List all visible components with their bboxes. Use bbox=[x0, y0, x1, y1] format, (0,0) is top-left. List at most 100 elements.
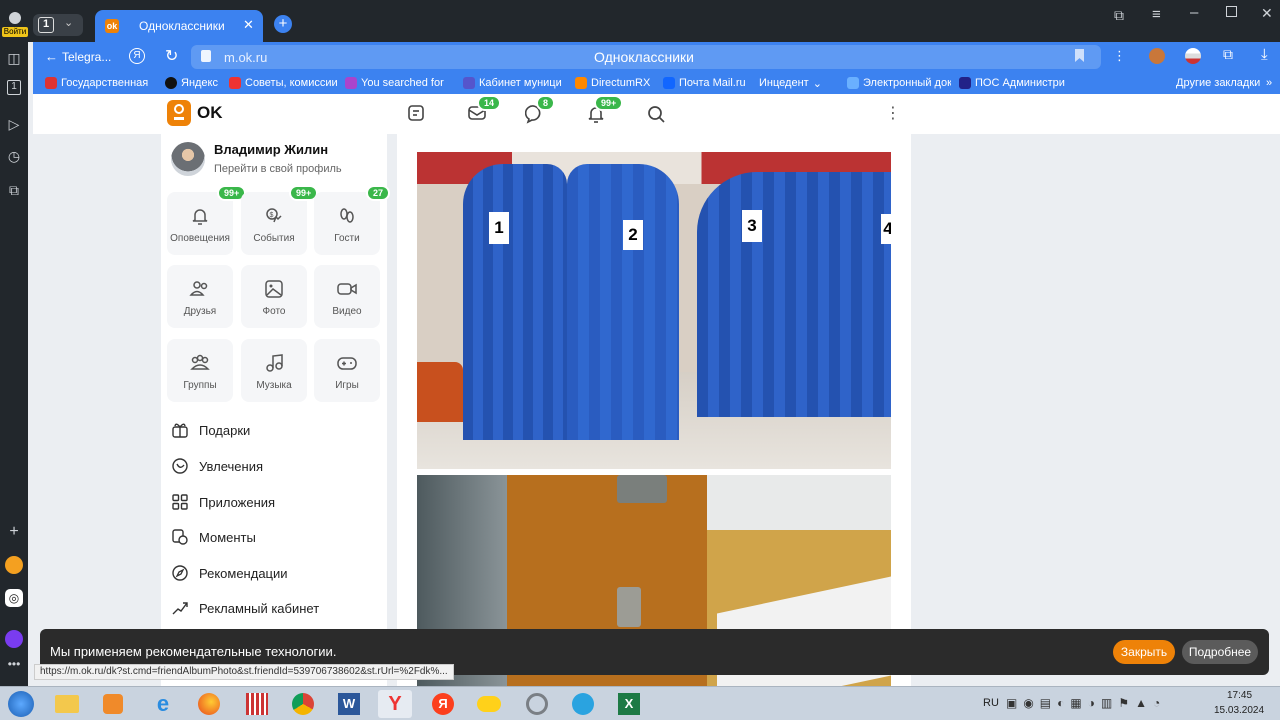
tile-music[interactable]: Музыка bbox=[241, 339, 307, 402]
tile-video[interactable]: Видео bbox=[314, 265, 380, 328]
bookmark-item[interactable]: DirectumRX bbox=[575, 77, 655, 89]
language-indicator[interactable]: RU bbox=[983, 697, 999, 709]
bookmark-item[interactable]: You searched for bbox=[345, 77, 455, 89]
tile-groups[interactable]: Группы bbox=[167, 339, 233, 402]
yandex-icon[interactable]: Я bbox=[129, 48, 145, 64]
tile-photo[interactable]: Фото bbox=[241, 265, 307, 328]
active-tab[interactable]: ok Одноклассники ✕ bbox=[95, 10, 263, 42]
extension-1-icon[interactable] bbox=[1149, 48, 1165, 64]
tile-games[interactable]: Игры bbox=[314, 339, 380, 402]
menu-item-moments[interactable]: Моменты bbox=[171, 527, 256, 547]
discussions-badge: 8 bbox=[536, 95, 556, 111]
notifications-badge: 99+ bbox=[594, 95, 624, 111]
tile-notifications[interactable]: Оповещения bbox=[167, 192, 233, 255]
chevron-down-icon: ⌄ bbox=[812, 77, 822, 90]
new-tab-button[interactable]: + bbox=[274, 15, 292, 33]
photo-icon bbox=[265, 280, 283, 298]
menu-item-gifts[interactable]: Подарки bbox=[171, 420, 250, 440]
tile-events[interactable]: $ События bbox=[241, 192, 307, 255]
collections-side-icon[interactable]: ⧉ bbox=[4, 180, 24, 200]
start-button[interactable] bbox=[4, 690, 38, 718]
bookmark-item[interactable]: Советы, комиссии bbox=[229, 77, 337, 89]
bookmark-item[interactable]: ПОС Администри bbox=[959, 77, 1067, 89]
other-bookmarks[interactable]: Другие закладки bbox=[1176, 77, 1260, 89]
yandex-browser-icon: Y bbox=[388, 692, 402, 715]
back-button[interactable]: ← Telegra... bbox=[45, 49, 111, 64]
extension-2-icon[interactable] bbox=[1185, 48, 1201, 64]
feed-icon[interactable] bbox=[407, 104, 425, 122]
bookmark-item[interactable]: Кабинет муници bbox=[463, 77, 567, 89]
play-icon[interactable]: ▷ bbox=[4, 114, 24, 134]
tile-label: Группы bbox=[183, 380, 217, 391]
profile-button[interactable]: Войти bbox=[2, 10, 28, 38]
history-icon[interactable]: ◷ bbox=[4, 146, 24, 166]
minimize-icon[interactable]: – bbox=[1190, 4, 1198, 21]
download-icon[interactable]: ⤓ bbox=[1261, 46, 1268, 63]
overflow-icon[interactable]: » bbox=[1266, 77, 1272, 89]
web-page: OK 14 8 99+ ⋮ Владимир Жилин Перейти в с… bbox=[33, 94, 1280, 686]
taskbar-yandex-browser[interactable]: Y bbox=[378, 690, 412, 718]
alice-icon[interactable] bbox=[5, 630, 23, 648]
clock-time[interactable]: 17:45 bbox=[1227, 690, 1252, 701]
bookmark-item[interactable]: Государственная bbox=[45, 77, 157, 89]
bookmark-icon[interactable] bbox=[1075, 49, 1084, 62]
taskbar-yandex[interactable]: Я bbox=[426, 690, 460, 718]
ok-logo[interactable]: OK bbox=[167, 100, 223, 126]
taskbar-word[interactable]: W bbox=[332, 690, 366, 718]
avatar bbox=[171, 142, 205, 176]
taskbar-chrome[interactable] bbox=[286, 690, 320, 718]
more-options-icon[interactable]: ⋮ bbox=[885, 103, 901, 123]
clock-date[interactable]: 15.03.2024 bbox=[1214, 705, 1264, 716]
profile-card[interactable]: Владимир Жилин Перейти в свой профиль bbox=[171, 142, 381, 178]
voting-booths-photo[interactable]: 1 2 3 4 bbox=[417, 152, 891, 469]
taskbar-telegram[interactable] bbox=[566, 690, 600, 718]
close-tab-icon[interactable]: ✕ bbox=[243, 17, 254, 33]
more-dots-icon[interactable]: ••• bbox=[4, 654, 24, 674]
bookmark-favicon-icon bbox=[847, 77, 859, 89]
market-icon bbox=[477, 696, 501, 712]
reload-icon[interactable]: ↻ bbox=[165, 46, 178, 66]
search-icon[interactable] bbox=[646, 104, 666, 124]
bookmark-item[interactable]: Почта Mail.ru bbox=[663, 77, 751, 89]
tile-label: Гости bbox=[334, 233, 360, 244]
menu-item-ads-cabinet[interactable]: Рекламный кабинет bbox=[171, 598, 319, 618]
bookmark-item[interactable]: Яндекс bbox=[165, 77, 221, 89]
taskbar-ie[interactable]: e bbox=[146, 690, 180, 718]
messages-badge: 14 bbox=[477, 95, 502, 111]
extension-3-icon[interactable]: ⧉ bbox=[1223, 46, 1233, 63]
menu-item-recommendations[interactable]: Рекомендации bbox=[171, 563, 288, 583]
tile-friends[interactable]: Друзья bbox=[167, 265, 233, 328]
bookmark-folder[interactable]: Инцедент ⌄ bbox=[759, 77, 839, 90]
camera-icon[interactable]: ◫ bbox=[4, 48, 24, 68]
menu-item-apps[interactable]: Приложения bbox=[171, 492, 275, 512]
ok-app-icon[interactable] bbox=[5, 556, 23, 574]
video-icon bbox=[337, 283, 357, 295]
taskbar-market[interactable] bbox=[472, 690, 506, 718]
menu-icon[interactable]: ≡ bbox=[1152, 6, 1161, 23]
close-button[interactable]: Закрыть bbox=[1113, 640, 1175, 664]
tray-icons[interactable]: ▣◉▤◐▦◑▥⚑▲◔ bbox=[1006, 696, 1166, 710]
taskbar-media[interactable] bbox=[96, 690, 130, 718]
collections-icon[interactable]: ⧉ bbox=[1114, 7, 1124, 24]
url-field[interactable]: m.ok.ru Одноклассники bbox=[191, 45, 1101, 69]
taskbar-explorer[interactable] bbox=[50, 690, 84, 718]
taskbar-app[interactable] bbox=[520, 690, 554, 718]
menu-item-hobbies[interactable]: Увлечения bbox=[171, 456, 263, 476]
internet-explorer-icon: e bbox=[156, 691, 170, 716]
booth-number: 2 bbox=[623, 220, 643, 250]
tile-badge: 27 bbox=[366, 185, 391, 201]
bookmark-item[interactable]: Электронный док bbox=[847, 77, 951, 89]
taskbar-calendar[interactable] bbox=[240, 690, 274, 718]
add-panel-icon[interactable]: + bbox=[4, 522, 24, 542]
tile-guests[interactable]: Гости bbox=[314, 192, 380, 255]
more-vertical-icon[interactable]: ⋮ bbox=[1113, 48, 1126, 64]
instagram-icon[interactable]: ◎ bbox=[5, 589, 23, 607]
tabs-one-icon[interactable]: 1 bbox=[7, 80, 21, 95]
taskbar-excel[interactable]: X bbox=[612, 690, 646, 718]
more-button[interactable]: Подробнее bbox=[1182, 640, 1258, 664]
folder-icon bbox=[55, 695, 79, 713]
tab-count-button[interactable]: 1 ⌄ bbox=[33, 14, 83, 36]
taskbar-firefox[interactable] bbox=[192, 690, 226, 718]
close-window-icon[interactable]: ✕ bbox=[1261, 5, 1273, 22]
maximize-icon[interactable] bbox=[1226, 6, 1237, 17]
